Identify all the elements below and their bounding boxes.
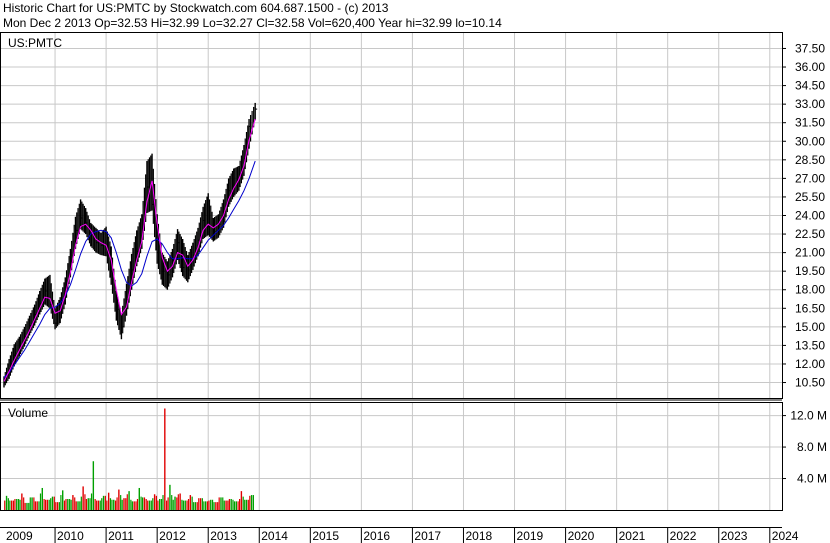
price-tick-label: 19.50 (795, 264, 825, 278)
price-tick-label: 13.50 (795, 338, 825, 352)
year-tick-label: 2012 (159, 529, 186, 543)
price-tick-label: 33.00 (795, 97, 825, 111)
price-panel-label: US:PMTC (8, 36, 62, 50)
year-tick-label: 2013 (210, 529, 237, 543)
year-tick-label: 2018 (465, 529, 492, 543)
volume-tick-label: 8.0 M (797, 440, 827, 454)
price-tick-label: 22.50 (795, 227, 825, 241)
year-tick-label: 2022 (670, 529, 697, 543)
year-tick-label: 2020 (568, 529, 595, 543)
year-tick-label: 2023 (721, 529, 748, 543)
price-tick-label: 15.00 (795, 320, 825, 334)
price-bars (3, 102, 258, 388)
volume-tick-label: 12.0 M (790, 409, 827, 423)
price-tick-label: 31.50 (795, 116, 825, 130)
price-tick-label: 28.50 (795, 153, 825, 167)
year-tick-label: 2017 (414, 529, 441, 543)
volume-axis-ticks: 4.0 M 8.0 M 12.0 M (782, 409, 827, 486)
price-tick-label: 21.00 (795, 246, 825, 260)
stock-chart: US:PMTC Volume 10.50 12.00 13.50 15.00 16.50… (0, 32, 827, 543)
price-tick-label: 37.50 (795, 41, 825, 55)
year-tick-label: 2014 (261, 529, 288, 543)
volume-panel-frame (0, 402, 783, 511)
year-tick-label: 2009 (6, 529, 33, 543)
price-tick-label: 16.50 (795, 301, 825, 315)
price-tick-label: 24.00 (795, 209, 825, 223)
price-axis-ticks: 10.50 12.00 13.50 15.00 16.50 18.00 19.50 21.00… (782, 41, 825, 390)
price-tick-label: 36.00 (795, 60, 825, 74)
x-axis-ticks: 2009 2010 2011 2012 2013 2014 2015 2016 2017 2018… (6, 527, 799, 543)
year-tick-label: 2024 (772, 529, 799, 543)
year-tick-label: 2015 (312, 529, 339, 543)
year-tick-label: 2021 (619, 529, 646, 543)
price-tick-label: 18.00 (795, 283, 825, 297)
volume-bars (4, 408, 255, 510)
price-tick-label: 10.50 (795, 376, 825, 390)
moving-average-short (3, 118, 256, 382)
price-tick-label: 34.50 (795, 79, 825, 93)
year-tick-label: 2011 (108, 529, 134, 543)
year-tick-label: 2019 (517, 529, 544, 543)
volume-grid (1, 415, 782, 480)
price-tick-label: 12.00 (795, 357, 825, 371)
year-tick-label: 2010 (57, 529, 84, 543)
price-tick-label: 30.00 (795, 134, 825, 148)
year-tick-label: 2016 (363, 529, 390, 543)
price-tick-label: 27.00 (795, 171, 825, 185)
price-grid (1, 47, 782, 384)
volume-tick-label: 4.0 M (797, 472, 827, 486)
price-tick-label: 25.50 (795, 190, 825, 204)
volume-panel-label: Volume (8, 406, 48, 420)
